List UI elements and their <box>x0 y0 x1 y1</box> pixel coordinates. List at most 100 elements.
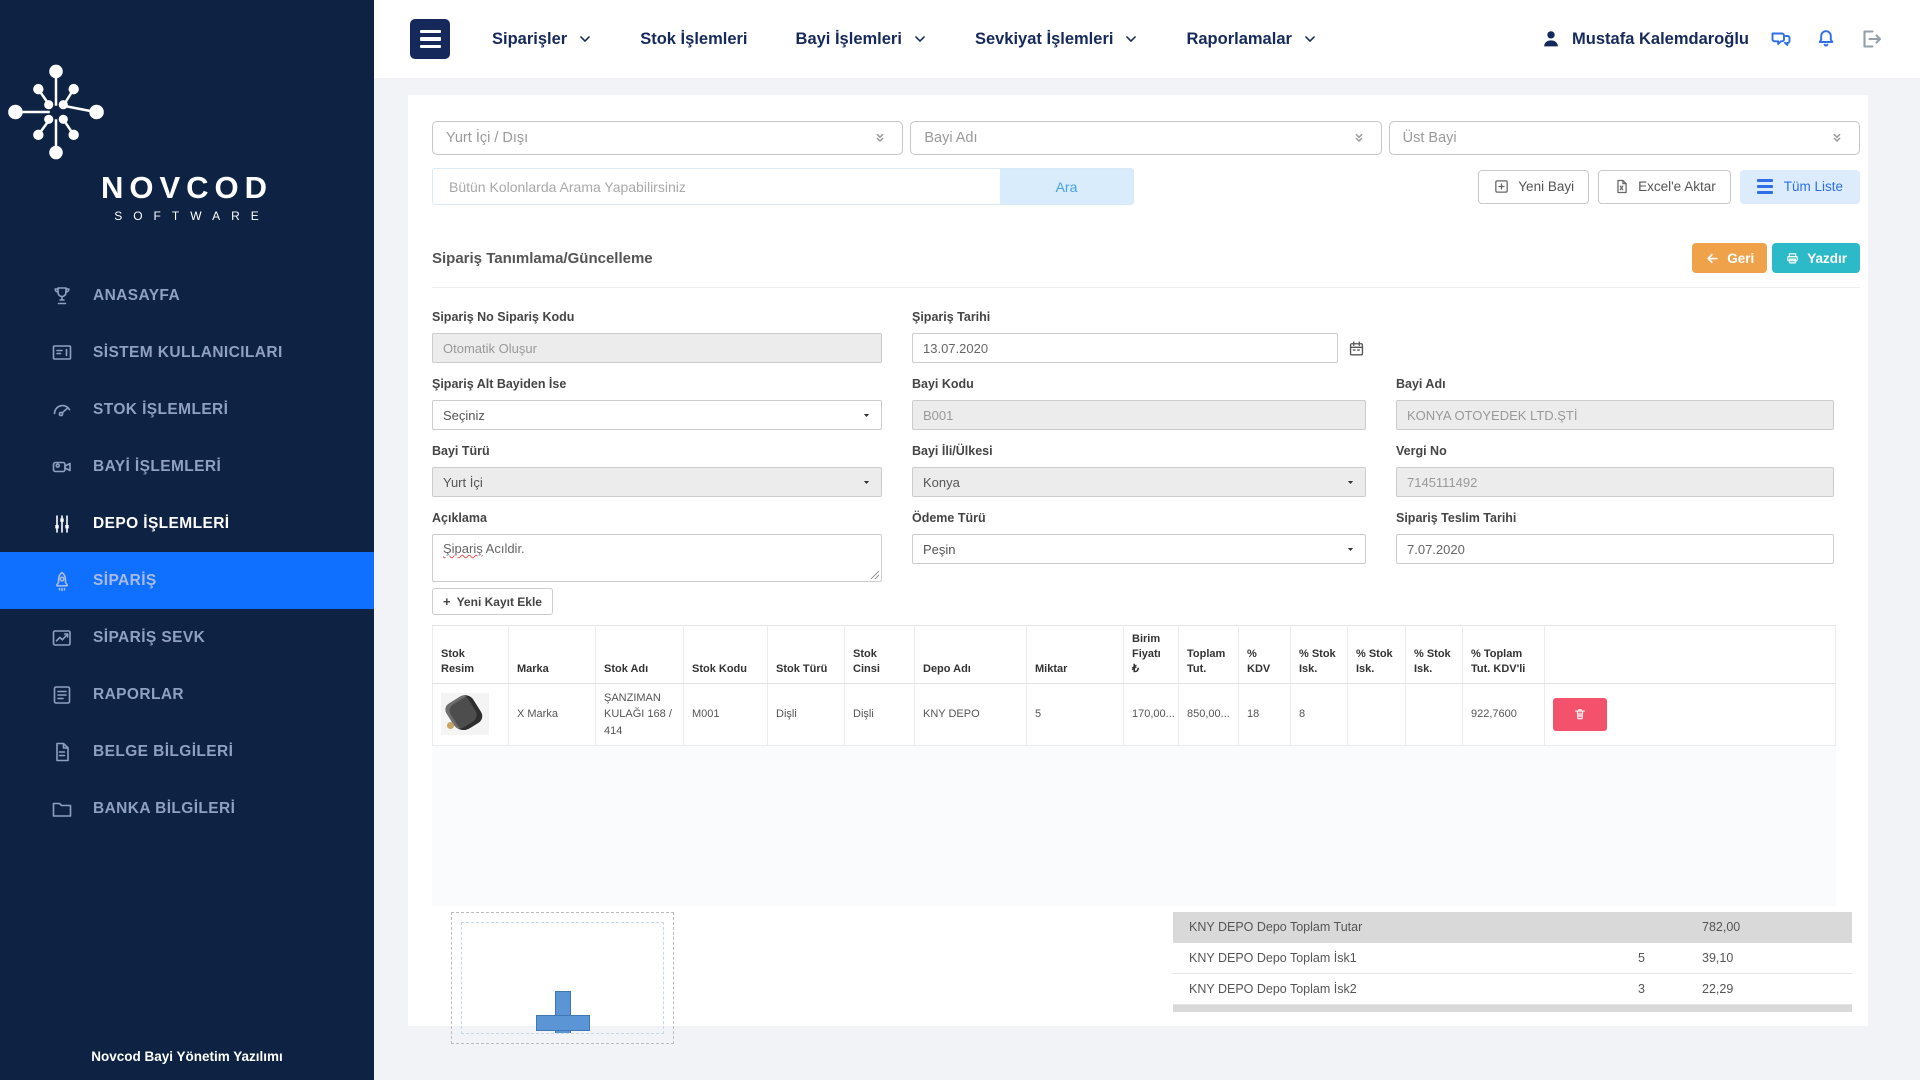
select-placeholder: Üst Bayi <box>1403 130 1457 146</box>
logout-button[interactable] <box>1858 26 1884 52</box>
col-header: Marka <box>509 626 596 684</box>
double-chevron-icon <box>1828 129 1846 147</box>
total-amount: 782,00 <box>1702 920 1852 934</box>
bell-icon <box>1814 27 1838 51</box>
sidebar-item-raporlar[interactable]: RAPORLAR <box>0 666 374 723</box>
select-value: Seçiniz <box>443 408 485 423</box>
image-dropzone[interactable] <box>451 912 674 1044</box>
field-label: Vergi No <box>1396 444 1834 458</box>
country-filter-select[interactable]: Yurt İçi / Dışı <box>432 121 903 155</box>
list-icon <box>1757 179 1773 194</box>
print-button[interactable]: Yazdır <box>1772 243 1860 273</box>
total-qty: 5 <box>1638 951 1702 965</box>
bottom-row: KNY DEPO Depo Toplam Tutar 782,00 KNY DE… <box>432 912 1852 1044</box>
total-label: KNY DEPO Depo Toplam İsk2 <box>1173 982 1638 996</box>
field-dealer-type: Bayi Türü Yurt İçi <box>432 444 882 497</box>
sidebar-item-label: DEPO İŞLEMLERİ <box>93 515 230 533</box>
select-placeholder: Yurt İçi / Dışı <box>446 130 528 146</box>
chevron-down-icon <box>1124 32 1138 46</box>
calendar-icon[interactable] <box>1347 339 1366 358</box>
field-label: Sipariş No Sipariş Kodu <box>432 310 882 324</box>
filter-row: Yurt İçi / Dışı Bayi Adı Üst Bayi <box>432 121 1860 155</box>
dealer-type-select[interactable]: Yurt İçi <box>432 467 882 497</box>
top-navbar: Siparişler Stok İşlemleri Bayi İşlemleri… <box>374 0 1920 78</box>
nav-item-raporlamalar[interactable]: Raporlamalar <box>1186 30 1316 49</box>
excel-file-icon <box>1613 178 1630 195</box>
search-input[interactable] <box>433 169 1000 204</box>
total-row-isk1: KNY DEPO Depo Toplam İsk1 5 39,10 <box>1173 943 1852 974</box>
dealer-filter-select[interactable]: Bayi Adı <box>910 121 1381 155</box>
col-header: Stok Kodu <box>684 626 768 684</box>
full-list-button[interactable]: Tüm Liste <box>1740 170 1860 204</box>
payment-type-select[interactable]: Peşin <box>912 534 1366 564</box>
nav-item-label: Bayi İşlemleri <box>796 30 902 49</box>
sidebar-item-siparis-sevk[interactable]: SİPARİŞ SEVK <box>0 609 374 666</box>
button-label: Geri <box>1727 251 1754 266</box>
document-icon <box>50 740 74 764</box>
nav-item-sevkiyat-islemleri[interactable]: Sevkiyat İşlemleri <box>975 30 1139 49</box>
dealer-name-input <box>1396 400 1834 430</box>
parent-dealer-filter-select[interactable]: Üst Bayi <box>1389 121 1860 155</box>
system-screen-icon <box>50 341 74 365</box>
nav-item-bayi-islemleri[interactable]: Bayi İşlemleri <box>796 30 927 49</box>
messages-button[interactable] <box>1768 26 1794 52</box>
sidebar-item-depo-islemleri[interactable]: DEPO İŞLEMLERİ <box>0 495 374 552</box>
chevron-down-icon <box>578 32 592 46</box>
cell-birim-fiyati: 170,00... <box>1124 683 1179 746</box>
cell-stok-cinsi: Dişli <box>845 683 915 746</box>
section-head: Sipariş Tanımlama/Güncelleme Geri Yazdır <box>432 243 1860 288</box>
cell-stok-isk3 <box>1406 683 1463 746</box>
table-row: X Marka ŞANZIMAN KULAĞI 168 / 414 M001 D… <box>433 683 1836 746</box>
caret-down-icon <box>862 478 871 487</box>
caret-down-icon <box>1346 545 1355 554</box>
new-dealer-button[interactable]: Yeni Bayi <box>1478 170 1589 204</box>
back-button[interactable]: Geri <box>1692 243 1767 273</box>
field-delivery-date: Sipariş Teslim Tarihi <box>1396 511 1834 564</box>
user-menu[interactable]: Mustafa Kalemdaroğlu <box>1540 28 1749 50</box>
user-name: Mustafa Kalemdaroğlu <box>1572 30 1749 49</box>
order-items-table: Stok Resim Marka Stok Adı Stok Kodu Stok… <box>432 625 1836 746</box>
nav-item-siparisler[interactable]: Siparişler <box>492 30 592 49</box>
dealer-city-select[interactable]: Konya <box>912 467 1366 497</box>
sidebar-item-label: BELGE BİLGİLERİ <box>93 743 233 761</box>
product-image <box>441 693 489 735</box>
sign-out-icon <box>1859 27 1883 51</box>
field-tax-no: Vergi No <box>1396 444 1834 497</box>
sidebar-item-stok-islemleri[interactable]: STOK İŞLEMLERİ <box>0 381 374 438</box>
hamburger-menu-button[interactable] <box>410 19 450 59</box>
field-dealer-city: Bayi İli/Ülkesi Konya <box>912 444 1366 497</box>
field-payment-type: Ödeme Türü Peşin <box>912 511 1366 564</box>
description-textarea[interactable]: Şipariş Acıldir. <box>432 534 882 582</box>
total-row-tutar: KNY DEPO Depo Toplam Tutar 782,00 <box>1173 912 1852 943</box>
field-label: Şipariş Alt Bayiden İse <box>432 377 882 391</box>
add-record-button[interactable]: + Yeni Kayıt Ekle <box>432 588 553 615</box>
nav-item-label: Raporlamalar <box>1186 30 1291 49</box>
sidebar-item-label: SİSTEM KULLANICILARI <box>93 344 283 362</box>
col-header: % KDV <box>1239 626 1291 684</box>
col-header: % Toplam Tut. KDV'li <box>1463 626 1545 684</box>
sidebar-item-bayi-islemleri[interactable]: BAYİ İŞLEMLERİ <box>0 438 374 495</box>
chevron-down-icon <box>913 32 927 46</box>
sidebar-item-belge-bilgileri[interactable]: BELGE BİLGİLERİ <box>0 723 374 780</box>
col-header: Birim Fiyatı ₺ <box>1124 626 1179 684</box>
trash-icon <box>1573 707 1587 721</box>
chart-up-icon <box>50 626 74 650</box>
delivery-date-input[interactable] <box>1396 534 1834 564</box>
search-button[interactable]: Ara <box>1000 169 1133 204</box>
nav-item-label: Siparişler <box>492 30 567 49</box>
sidebar-item-banka-bilgileri[interactable]: BANKA BİLGİLERİ <box>0 780 374 837</box>
sidebar-item-anasayfa[interactable]: ANASAYFA <box>0 267 374 324</box>
field-label: Bayi İli/Ülkesi <box>912 444 1366 458</box>
delete-row-button[interactable] <box>1553 698 1607 731</box>
nav-item-stok-islemleri[interactable]: Stok İşlemleri <box>640 30 747 49</box>
notifications-button[interactable] <box>1813 26 1839 52</box>
cell-stok-resim <box>433 683 509 746</box>
cell-toplam-tut: 850,00... <box>1179 683 1239 746</box>
export-excel-button[interactable]: Excel'e Aktar <box>1598 170 1731 204</box>
sub-dealer-select[interactable]: Seçiniz <box>432 400 882 430</box>
order-date-input[interactable] <box>912 333 1338 363</box>
sidebar-item-siparis[interactable]: SİPARİŞ <box>0 552 374 609</box>
sidebar-item-sistem-kullanicilari[interactable]: SİSTEM KULLANICILARI <box>0 324 374 381</box>
select-value: Konya <box>923 475 960 490</box>
field-label: Bayi Adı <box>1396 377 1834 391</box>
